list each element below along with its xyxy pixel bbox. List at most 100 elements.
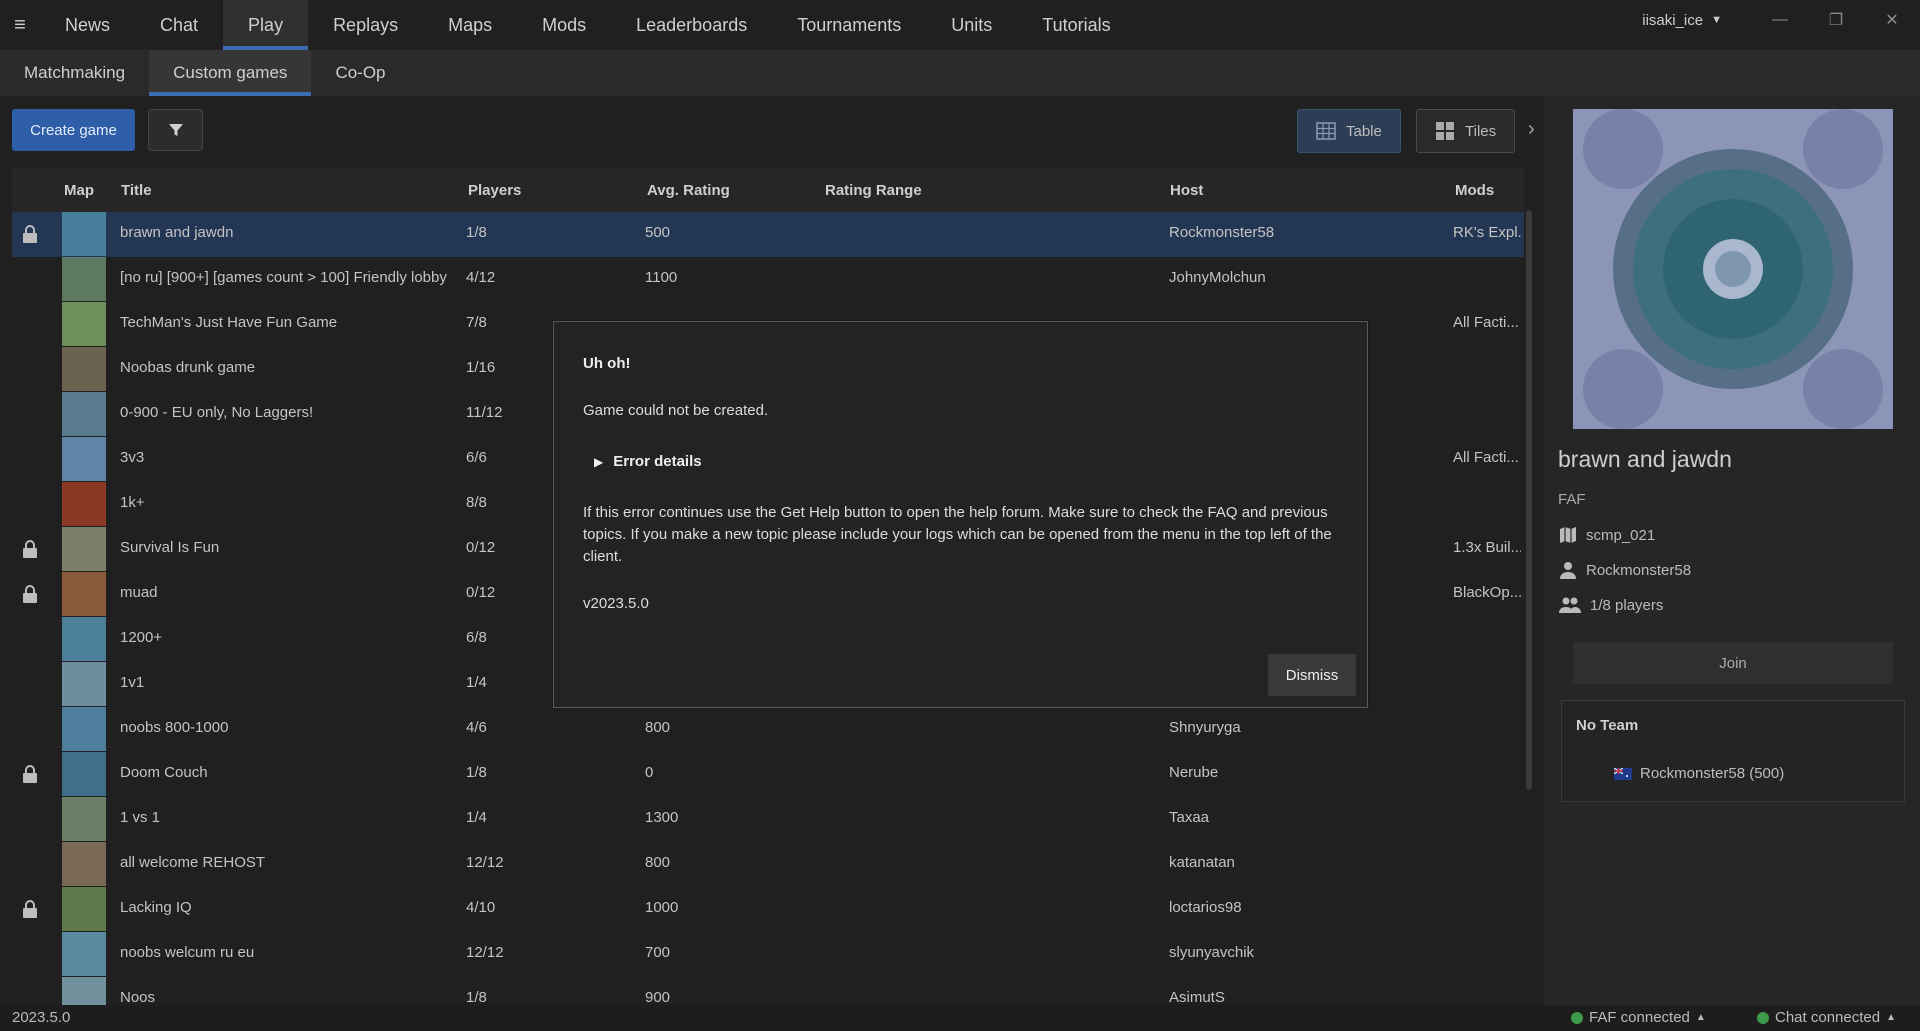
faf-connection-status[interactable]: FAF connected ▲ [1571,1009,1706,1026]
team-title: No Team [1576,717,1639,734]
tab-leaderboards[interactable]: Leaderboards [611,0,772,50]
tab-replays[interactable]: Replays [308,0,423,50]
column-rating-range[interactable]: Rating Range [825,182,922,199]
table-row[interactable]: Lacking IQ 4/10 1000 loctarios98 [12,887,1524,932]
cell-title: TechMan's Just Have Fun Game [120,314,338,331]
table-row[interactable]: brawn and jawdn 1/8 500 Rockmonster58 RK's E… [12,212,1524,257]
table-row[interactable]: Doom Couch 1/8 0 Nerube [12,752,1524,797]
create-game-button[interactable]: Create game [12,109,135,151]
tab-co-op[interactable]: Co-Op [311,50,409,96]
cell-title: Noos [120,989,156,1005]
lock-icon [22,765,38,783]
tab-custom-games[interactable]: Custom games [149,50,312,96]
user-menu[interactable]: iisaki_ice ▼ [1642,12,1722,29]
dialog-help-text: If this error continues use the Get Help… [583,504,1332,565]
map-thumbnail [62,617,106,661]
minimize-icon[interactable]: — [1752,11,1808,29]
error-dialog: Uh oh! Game could not be created. ▶ Erro… [553,321,1368,708]
team-player[interactable]: Rockmonster58 (500) [1614,765,1784,782]
tab-matchmaking[interactable]: Matchmaking [0,50,149,96]
host-info: Rockmonster58 [1558,560,1691,580]
map-thumbnail [62,257,106,301]
tab-mods[interactable]: Mods [517,0,611,50]
map-icon [1560,527,1576,543]
column-mods[interactable]: Mods [1455,182,1494,199]
cell-host: Taxaa [1169,809,1210,826]
person-icon [1560,562,1576,579]
selected-game-title: brawn and jawdn [1558,446,1732,472]
cell-players: 4/12 [466,269,496,286]
map-thumbnail [62,662,106,706]
lock-icon [22,225,38,243]
table-view-button[interactable]: Table [1297,109,1401,153]
triangle-right-icon: ▶ [594,454,604,469]
tiles-view-label: Tiles [1465,122,1497,140]
connected-dot-icon [1757,1011,1769,1024]
table-row[interactable]: 1 vs 1 1/4 1300 Taxaa [12,797,1524,842]
column-players[interactable]: Players [468,182,521,199]
column-host[interactable]: Host [1170,182,1203,199]
tab-play[interactable]: Play [223,0,309,50]
caret-down-icon: ▼ [1711,14,1722,26]
map-thumbnail [62,977,106,1005]
menu-icon[interactable]: ≡ [0,0,40,50]
chat-connection-status[interactable]: Chat connected ▲ [1757,1009,1896,1026]
restore-icon[interactable]: ❐ [1808,10,1864,30]
table-row[interactable]: all welcome REHOST 12/12 800 katanatan [12,842,1524,887]
table-row[interactable]: noobs welcum ru eu 12/12 700 slyunyavchik [12,932,1524,977]
cell-avg: 1000 [645,899,679,916]
filter-icon [168,124,183,136]
tab-tournaments[interactable]: Tournaments [772,0,926,50]
dialog-version: v2023.5.0 [583,595,649,612]
column-title[interactable]: Title [121,182,152,199]
cell-mods: RK's Expl... [1453,224,1521,241]
player-count: 1/8 players [1590,596,1664,614]
dismiss-button[interactable]: Dismiss [1268,654,1356,696]
column-map[interactable]: Map [64,182,94,199]
tab-news[interactable]: News [40,0,135,50]
chat-status-label: Chat connected [1775,1009,1881,1026]
tab-tutorials[interactable]: Tutorials [1017,0,1135,50]
map-thumbnail [62,572,106,616]
close-icon[interactable]: ✕ [1864,10,1920,30]
error-details-label: Error details [613,453,702,470]
tab-units[interactable]: Units [926,0,1017,50]
tiles-view-button[interactable]: Tiles [1416,109,1516,153]
app-window: ≡ News Chat Play Replays Maps Mods Leade… [0,0,1920,1031]
map-thumbnail [62,392,106,436]
map-thumbnail [62,482,106,526]
map-name: scmp_021 [1586,526,1656,544]
filter-button[interactable] [148,109,203,151]
lock-icon [22,900,38,918]
cell-host: Nerube [1169,764,1219,781]
cell-players: 4/6 [466,719,487,736]
cell-title: 0-900 - EU only, No Laggers! [120,404,314,421]
table-row[interactable]: Noos 1/8 900 AsimutS [12,977,1524,1005]
tab-maps[interactable]: Maps [423,0,517,50]
cell-title: 3v3 [120,449,145,466]
host-name: Rockmonster58 [1586,561,1692,579]
dialog-title: Uh oh! [583,355,631,372]
cell-title: all welcome REHOST [120,854,266,871]
tab-chat[interactable]: Chat [135,0,223,50]
join-button[interactable]: Join [1573,642,1893,684]
australia-flag-icon [1614,767,1632,780]
cell-mods: BlackOp... [1453,584,1521,601]
team-box: No Team Rockmonster58 (500) [1561,700,1905,802]
cell-avg: 0 [645,764,654,781]
map-thumbnail [62,707,106,751]
table-row[interactable]: noobs 800-1000 4/6 800 Shnyuryga [12,707,1524,752]
chevron-right-icon[interactable]: › [1528,118,1535,141]
error-details-toggle[interactable]: ▶ Error details [594,453,702,470]
map-thumbnail [62,887,106,931]
cell-title: noobs welcum ru eu [120,944,255,961]
cell-host: katanatan [1169,854,1235,871]
dialog-message: Game could not be created. [583,402,769,419]
table-row[interactable]: [no ru] [900+] [games count > 100] Frien… [12,257,1524,302]
column-avg-rating[interactable]: Avg. Rating [647,182,730,199]
map-preview [1573,109,1893,429]
cell-mods: All Facti... [1453,314,1519,331]
table-scrollbar[interactable] [1526,210,1532,790]
cell-title: 1k+ [120,494,145,511]
cell-avg: 900 [645,989,671,1005]
